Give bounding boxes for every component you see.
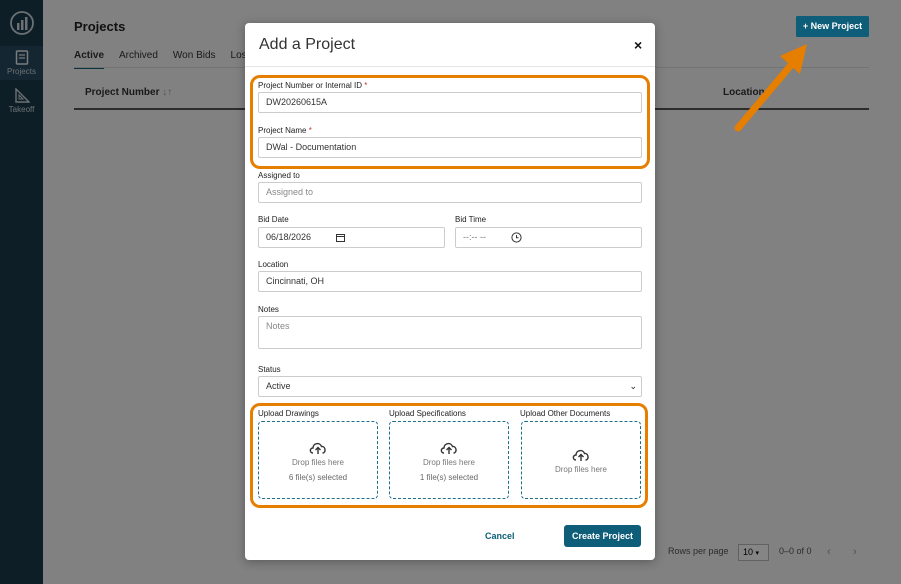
status-label: Status [258,365,281,374]
bid-date-value: 06/18/2026 [266,232,312,242]
highlight-box [250,403,648,508]
bid-time-label: Bid Time [455,215,487,224]
status-value: Active [266,381,291,391]
dialog-header: Add a Project × [245,23,655,67]
status-select[interactable]: Active ⌄ [258,376,642,397]
highlight-box [250,75,650,169]
bid-time-value: --:-- -- [463,232,486,242]
bid-time-input[interactable]: --:-- -- [455,227,642,248]
close-icon[interactable]: × [634,37,642,53]
notes-label: Notes [258,305,279,314]
add-project-dialog: Add a Project × Project Number or Intern… [245,23,655,560]
assigned-to-label: Assigned to [258,171,300,180]
clock-icon[interactable] [511,232,522,243]
bid-date-label: Bid Date [258,215,289,224]
location-label: Location [258,260,289,269]
calendar-icon[interactable] [336,233,345,242]
cancel-button[interactable]: Cancel [485,531,515,541]
assigned-to-input[interactable]: Assigned to [258,182,642,203]
notes-textarea[interactable]: Notes [258,316,642,349]
chevron-down-icon: ⌄ [629,381,637,391]
create-project-button[interactable]: Create Project [564,525,641,547]
bid-date-input[interactable]: 06/18/2026 [258,227,445,248]
dialog-title: Add a Project [259,36,356,53]
location-input[interactable]: Cincinnati, OH [258,271,642,292]
